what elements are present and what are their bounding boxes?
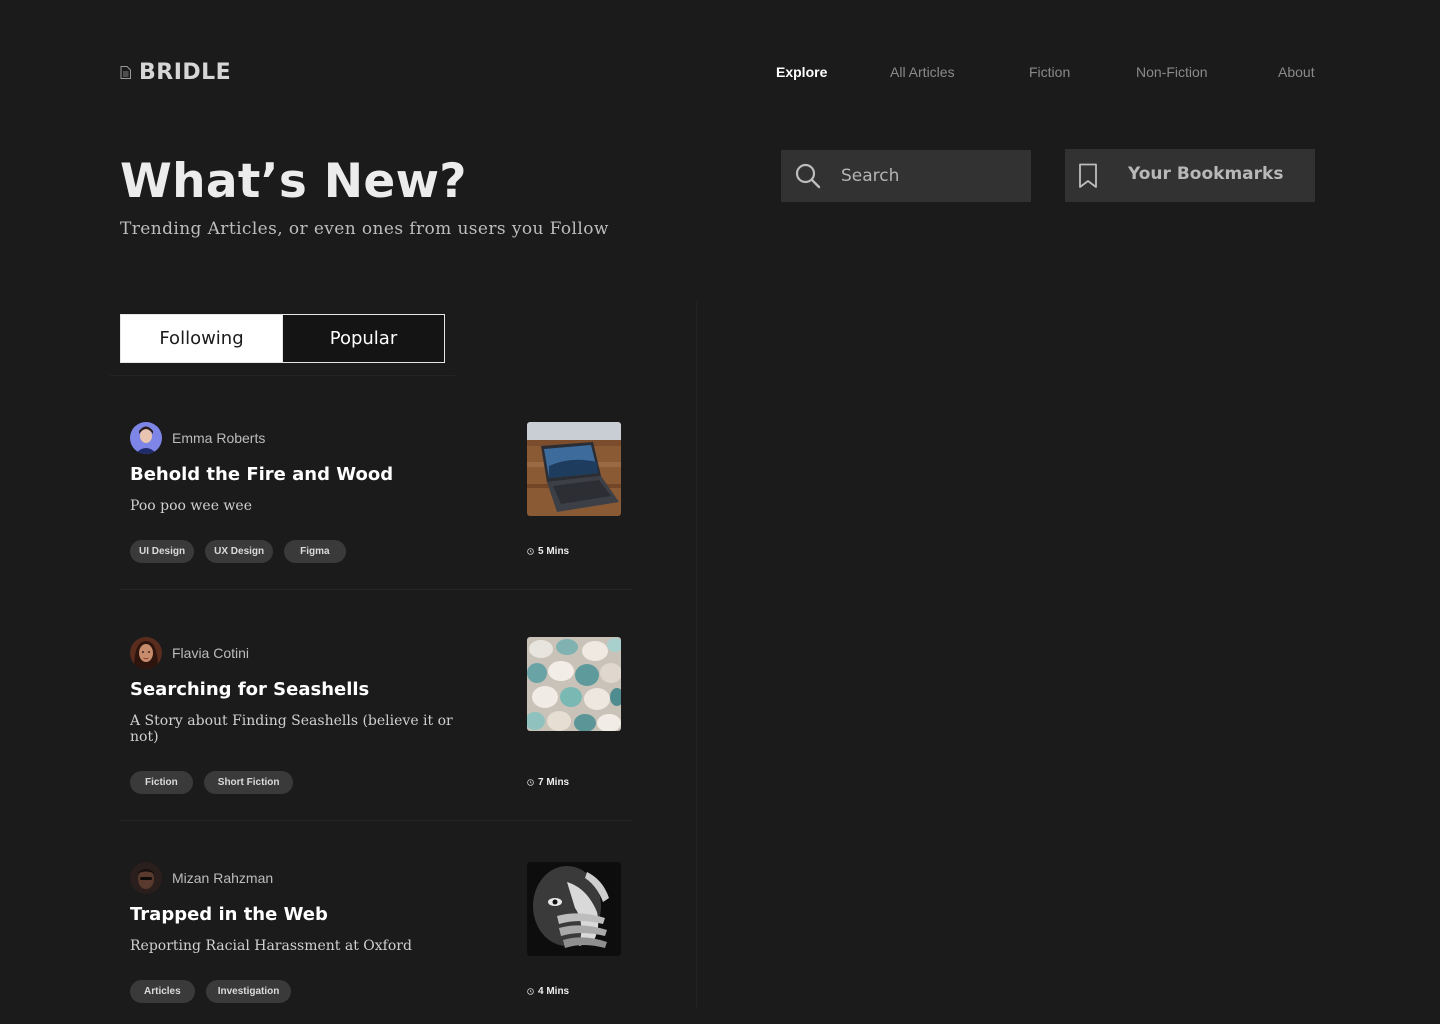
author-name: Flavia Cotini xyxy=(172,645,250,661)
read-time: 4 Mins xyxy=(527,986,569,997)
article-author[interactable]: Mizan Rahzman xyxy=(130,862,273,894)
nav-non-fiction[interactable]: Non-Fiction xyxy=(1136,64,1208,80)
article-thumbnail-seashells[interactable] xyxy=(527,637,621,731)
article-thumbnail-hands-over-face[interactable] xyxy=(527,862,621,956)
article-author[interactable]: Emma Roberts xyxy=(130,422,265,454)
tag[interactable]: Investigation xyxy=(205,980,292,1003)
article-card[interactable]: Emma Roberts Behold the Fire and Wood Po… xyxy=(120,422,632,572)
tag[interactable]: UI Design xyxy=(130,540,195,563)
tag[interactable]: Articles xyxy=(130,980,195,1003)
tag[interactable]: Fiction xyxy=(130,771,193,794)
article-tags: Articles Investigation xyxy=(130,980,292,1003)
article-divider xyxy=(120,820,632,821)
bookmark-icon xyxy=(1079,163,1097,188)
tag[interactable]: Figma xyxy=(284,540,346,563)
tag[interactable]: Short Fiction xyxy=(203,771,294,794)
page-title: What’s New? xyxy=(120,154,467,209)
author-name: Mizan Rahzman xyxy=(172,870,274,886)
clock-icon xyxy=(527,988,534,995)
nav-about[interactable]: About xyxy=(1278,64,1315,80)
read-time-label: 5 Mins xyxy=(538,546,570,557)
article-description: A Story about Finding Seashells (believe… xyxy=(130,713,453,745)
article-card[interactable]: Mizan Rahzman Trapped in the Web Reporti… xyxy=(120,862,632,1012)
clock-icon xyxy=(527,548,534,555)
tabs-divider xyxy=(110,375,455,376)
search-input[interactable] xyxy=(841,160,1021,192)
article-title[interactable]: Behold the Fire and Wood xyxy=(130,464,393,485)
page: BRIDLE Explore All Articles Fiction Non-… xyxy=(0,0,1440,1024)
bookmarks-label: Your Bookmarks xyxy=(1128,164,1284,184)
feed-tabs: Following Popular xyxy=(120,314,445,363)
article-description: Reporting Racial Harassment at Oxford xyxy=(130,938,412,954)
search-icon xyxy=(795,163,821,189)
tab-following[interactable]: Following xyxy=(121,315,282,362)
nav-all-articles[interactable]: All Articles xyxy=(890,64,955,80)
bookmarks-button[interactable]: Your Bookmarks xyxy=(1065,149,1315,202)
tab-popular[interactable]: Popular xyxy=(282,315,444,362)
article-tags: Fiction Short Fiction xyxy=(130,771,294,794)
article-title[interactable]: Searching for Seashells xyxy=(130,679,369,700)
column-divider xyxy=(696,302,697,1008)
read-time-label: 7 Mins xyxy=(538,777,570,788)
read-time: 5 Mins xyxy=(527,546,569,557)
article-divider xyxy=(120,589,632,590)
article-description: Poo poo wee wee xyxy=(130,498,252,514)
page-subtitle: Trending Articles, or even ones from use… xyxy=(120,219,609,239)
tag[interactable]: UX Design xyxy=(205,540,274,563)
article-card[interactable]: Flavia Cotini Searching for Seashells A … xyxy=(120,637,632,797)
search-box[interactable] xyxy=(781,150,1031,202)
nav-explore[interactable]: Explore xyxy=(776,64,827,80)
article-tags: UI Design UX Design Figma xyxy=(130,540,346,563)
avatar xyxy=(130,862,162,894)
clock-icon xyxy=(527,779,534,786)
main-nav: Explore All Articles Fiction Non-Fiction… xyxy=(0,64,1440,84)
author-name: Emma Roberts xyxy=(172,430,266,446)
read-time: 7 Mins xyxy=(527,777,569,788)
avatar xyxy=(130,422,162,454)
nav-fiction[interactable]: Fiction xyxy=(1029,64,1070,80)
article-author[interactable]: Flavia Cotini xyxy=(130,637,249,669)
read-time-label: 4 Mins xyxy=(538,986,570,997)
avatar xyxy=(130,637,162,669)
article-title[interactable]: Trapped in the Web xyxy=(130,904,328,925)
article-thumbnail-laptop[interactable] xyxy=(527,422,621,516)
